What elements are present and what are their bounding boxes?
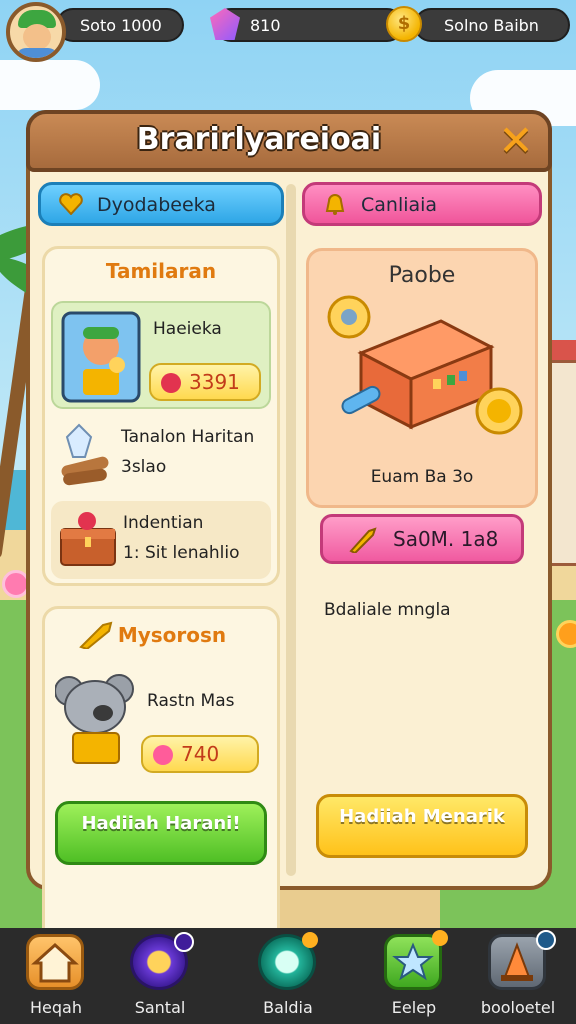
item-name: Indentian (123, 513, 204, 533)
panel-header: Brarirlyareioai ✕ (26, 110, 552, 172)
item-name: Tanalon Haritan (121, 427, 255, 447)
close-button[interactable]: ✕ (494, 120, 538, 164)
badge (302, 932, 318, 948)
section-title: Tamilaran (105, 259, 217, 283)
mystery-card: Mysorosn Rastn Mas 740 Hadiiah Harani! (42, 606, 280, 946)
crystal-wood-icon (61, 423, 109, 486)
ruby-icon (161, 373, 181, 393)
item-name: Haeieka (153, 319, 222, 339)
column-divider (286, 184, 296, 876)
bottom-nav: Heqah Santal Baldia Eelep booloetel (0, 928, 576, 1024)
feature-card: Paobe Euam Ba 3o (306, 248, 538, 508)
claim-reward-button-left[interactable]: Hadiiah Harani! (55, 801, 267, 865)
item-price: 740 (181, 742, 220, 766)
section-title: Mysorosn (117, 623, 227, 647)
player-name-pill: Soto 1000 (56, 8, 184, 42)
right-column: Canliaia Paobe Euam Ba 3o Sa0M. 1a8 Bdal… (300, 182, 544, 876)
top-bar: Soto 1000 810 Solno Baibn $ (0, 0, 576, 62)
tab-right-label: Canliaia (361, 194, 438, 216)
nav-item-home[interactable]: Heqah (0, 928, 112, 1024)
coin-count: Solno Baibn (444, 16, 539, 35)
gem-counter[interactable]: 810 (214, 8, 404, 42)
flower (556, 620, 576, 648)
claim-reward-button-right[interactable]: Hadiiah Menarik (316, 794, 528, 858)
gem-count: 810 (250, 16, 281, 35)
nav-item-star[interactable]: Eelep (358, 928, 470, 1024)
price-tag: 740 (141, 735, 259, 773)
nav-label: Eelep (391, 998, 437, 1017)
button-label: Hadiiah Harani! (81, 813, 241, 834)
close-icon: ✕ (498, 116, 534, 165)
nav-label: Baldia (263, 998, 313, 1017)
nav-item-cone[interactable]: booloetel (462, 928, 574, 1024)
item-name: Rastn Mas (147, 691, 235, 711)
item-row[interactable]: Indentian 1: Sit lenahlio (51, 501, 271, 579)
chest-icon (60, 512, 116, 566)
item-price: 3391 (189, 370, 240, 394)
button-label: Hadiiah Menarik (339, 806, 505, 827)
nav-item-chat[interactable]: Baldia (232, 928, 344, 1024)
panel-title: Brarirlyareioai (136, 122, 382, 157)
left-column: Dyodabeeka Tamilaran Haeieka 3391 Tanalo… (36, 182, 286, 946)
tab-right[interactable]: Canliaia (302, 182, 542, 226)
item-row[interactable]: Haeieka 3391 (51, 301, 271, 409)
featured-items-card: Tamilaran Haeieka 3391 Tanalon Haritan 3… (42, 246, 280, 586)
item-subtext: 3slao (121, 457, 167, 477)
character-card-icon (61, 311, 141, 403)
feature-title: Paobe (388, 263, 456, 288)
badge (432, 930, 448, 946)
player-name: Soto 1000 (80, 16, 162, 35)
item-subtext: 1: Sit lenahlio (123, 543, 240, 563)
nav-label: Santal (134, 998, 186, 1017)
note-text: Bdaliale mngla (324, 600, 451, 620)
face-icon (23, 24, 51, 50)
player-avatar[interactable] (6, 2, 66, 62)
heart-icon (59, 193, 83, 215)
feature-buy-button[interactable]: Sa0M. 1a8 (320, 514, 524, 564)
nav-item-compass[interactable]: Santal (104, 928, 216, 1024)
badge (174, 932, 194, 952)
price-tag: 3391 (149, 363, 261, 401)
cloud (0, 60, 100, 110)
tab-left-label: Dyodabeeka (97, 194, 216, 216)
button-label: Sa0M. 1a8 (393, 527, 499, 551)
bell-icon (325, 194, 345, 215)
item-row[interactable]: Tanalon Haritan 3slao (51, 417, 271, 493)
nav-label: Heqah (30, 998, 82, 1017)
heart-gem-icon (153, 745, 173, 765)
badge (536, 930, 556, 950)
toy-box-icon (327, 295, 523, 435)
home-icon (26, 934, 84, 990)
nav-label: booloetel (480, 998, 556, 1017)
arrow-icon (349, 527, 377, 553)
feature-subtext: Euam Ba 3o (370, 467, 474, 487)
reward-panel: Brarirlyareioai ✕ Dyodabeeka Tamilaran H… (26, 110, 552, 946)
koala-icon (55, 674, 134, 764)
coin-counter[interactable]: Solno Baibn (414, 8, 570, 42)
tab-left[interactable]: Dyodabeeka (38, 182, 284, 226)
coin-icon: $ (386, 6, 422, 42)
